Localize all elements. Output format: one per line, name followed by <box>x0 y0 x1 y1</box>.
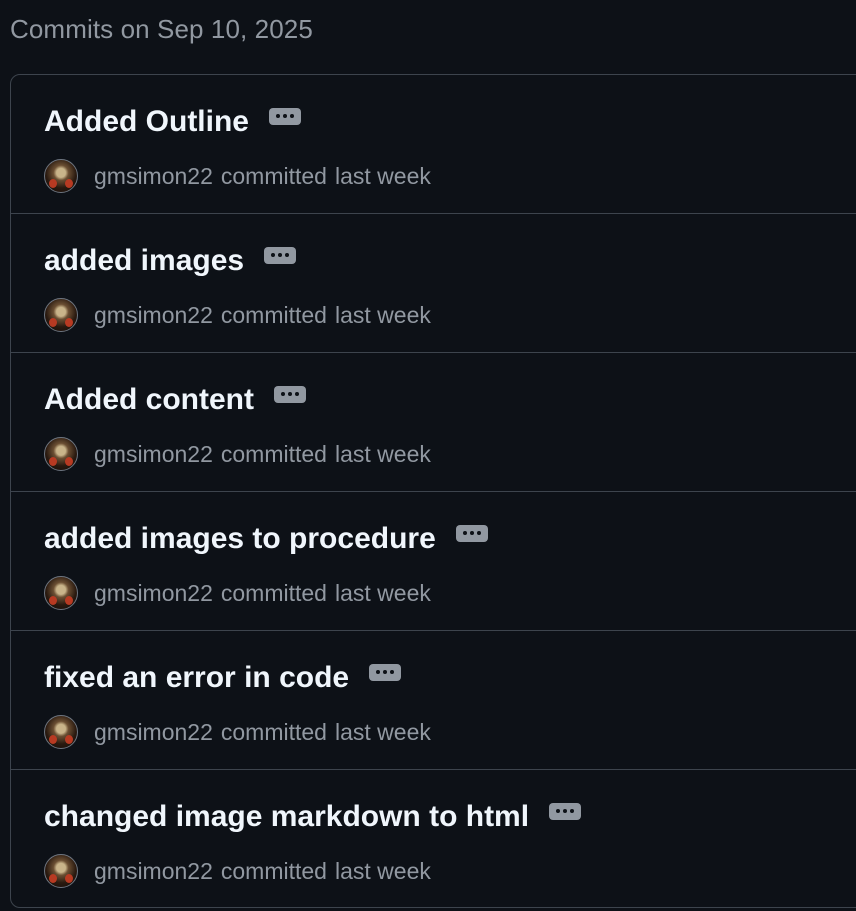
commit-row: Added Outline gmsimon22 committed last w… <box>11 75 856 214</box>
commit-meta: gmsimon22 committed last week <box>44 715 431 749</box>
author-link[interactable]: gmsimon22 <box>94 163 213 190</box>
commit-time: last week <box>334 857 431 884</box>
user-avatar-icon[interactable] <box>44 576 78 610</box>
commit-meta: gmsimon22 committed last week <box>44 437 431 471</box>
commit-time: last week <box>334 301 431 328</box>
commit-title-line: added images <box>44 244 297 278</box>
commit-row: Added content gmsimon22 committed last w… <box>11 353 856 492</box>
commit-title-link[interactable]: changed image markdown to html <box>44 800 529 834</box>
ellipsis-dot <box>570 809 575 813</box>
commit-verb: committed <box>220 301 327 328</box>
ellipsis-icon <box>271 253 276 257</box>
commit-verb: committed <box>220 579 327 606</box>
commit-title-line: Added Outline <box>44 105 301 139</box>
commit-title-link[interactable]: added images to procedure <box>44 522 436 556</box>
commit-verb: committed <box>220 440 327 467</box>
commit-title-link[interactable]: fixed an error in code <box>44 661 349 695</box>
user-avatar-icon[interactable] <box>44 854 78 888</box>
commit-title-link[interactable]: Added content <box>44 383 254 417</box>
user-avatar-icon[interactable] <box>44 715 78 749</box>
commit-time: last week <box>334 579 431 606</box>
commit-time: last week <box>334 162 431 189</box>
ellipsis-dot <box>295 392 299 396</box>
ellipsis-dot <box>476 531 481 535</box>
expand-message-button[interactable] <box>369 663 402 681</box>
ellipsis-dot <box>283 114 287 118</box>
expand-message-button[interactable] <box>549 802 582 820</box>
author-link[interactable]: gmsimon22 <box>94 441 213 468</box>
ellipsis-dot <box>469 531 474 535</box>
author-link[interactable]: gmsimon22 <box>94 719 213 746</box>
ellipsis-icon <box>376 670 381 674</box>
ellipsis-dot <box>390 670 395 674</box>
expand-message-button[interactable] <box>264 246 297 264</box>
commit-time: last week <box>334 718 431 745</box>
expand-message-button[interactable] <box>274 385 306 403</box>
commit-row: changed image markdown to html gmsimon22… <box>11 770 856 907</box>
commit-meta: gmsimon22 committed last week <box>44 854 431 888</box>
author-link[interactable]: gmsimon22 <box>94 858 213 885</box>
ellipsis-icon <box>462 531 467 535</box>
commit-meta: gmsimon22 committed last week <box>44 159 431 193</box>
commit-verb: committed <box>220 718 327 745</box>
commit-title-link[interactable]: Added Outline <box>44 105 249 139</box>
ellipsis-icon <box>276 114 280 118</box>
ellipsis-dot <box>383 670 388 674</box>
commit-title-line: added images to procedure <box>44 522 488 556</box>
commit-title-link[interactable]: added images <box>44 244 244 278</box>
author-link[interactable]: gmsimon22 <box>94 302 213 329</box>
commit-title-line: fixed an error in code <box>44 661 402 695</box>
commit-row: fixed an error in code gmsimon22 committ… <box>11 631 856 770</box>
commit-meta: gmsimon22 committed last week <box>44 576 431 610</box>
commit-row: added images gmsimon22 committed last we… <box>11 214 856 353</box>
user-avatar-icon[interactable] <box>44 437 78 471</box>
ellipsis-dot <box>278 253 283 257</box>
commit-row: added images to procedure gmsimon22 comm… <box>11 492 856 631</box>
ellipsis-dot <box>285 253 290 257</box>
commit-title-line: changed image markdown to html <box>44 800 582 834</box>
commit-meta: gmsimon22 committed last week <box>44 298 431 332</box>
user-avatar-icon[interactable] <box>44 298 78 332</box>
ellipsis-icon <box>281 392 285 396</box>
expand-message-button[interactable] <box>269 107 301 125</box>
commits-date-heading: Commits on Sep 10, 2025 <box>10 14 313 44</box>
user-avatar-icon[interactable] <box>44 159 78 193</box>
ellipsis-icon <box>556 809 561 813</box>
author-link[interactable]: gmsimon22 <box>94 580 213 607</box>
ellipsis-dot <box>563 809 568 813</box>
expand-message-button[interactable] <box>455 524 488 542</box>
ellipsis-dot <box>290 114 294 118</box>
commit-list: Added Outline gmsimon22 committed last w… <box>10 74 856 908</box>
commit-verb: committed <box>220 162 327 189</box>
commit-time: last week <box>334 440 431 467</box>
ellipsis-dot <box>288 392 292 396</box>
commit-verb: committed <box>220 857 327 884</box>
commit-title-line: Added content <box>44 383 306 417</box>
